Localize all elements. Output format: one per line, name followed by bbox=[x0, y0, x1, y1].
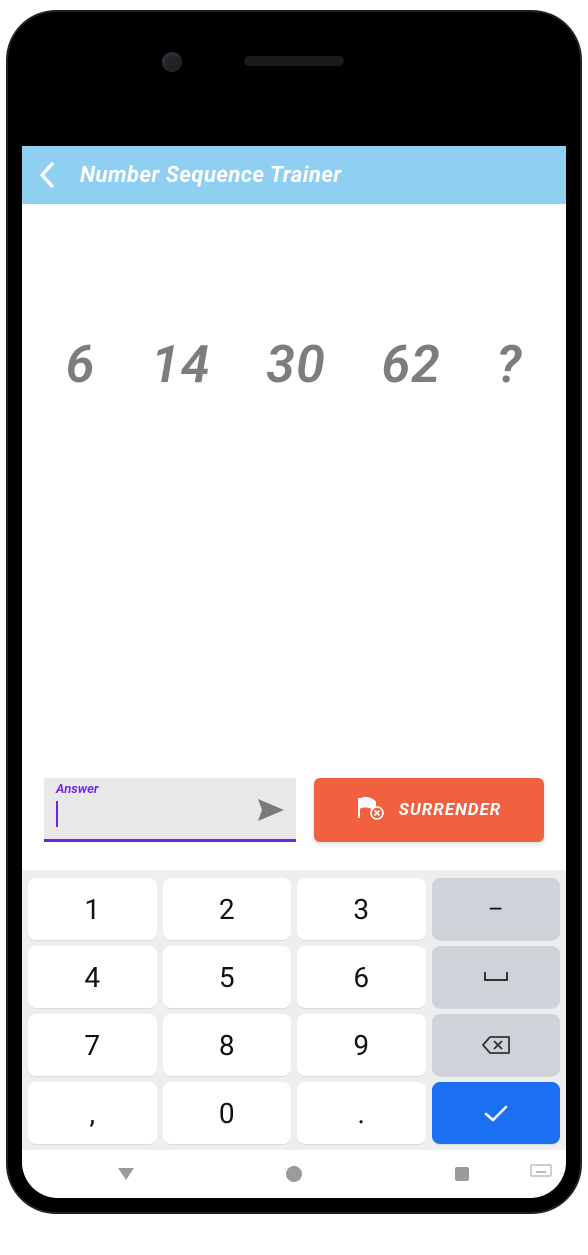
keyboard-toggle-icon[interactable] bbox=[530, 1164, 552, 1184]
backspace-icon bbox=[481, 1035, 511, 1055]
app-header: Number Sequence Trainer bbox=[22, 146, 566, 204]
back-icon[interactable] bbox=[38, 161, 56, 189]
phone-frame: Number Sequence Trainer 6 14 30 62 ? Ans… bbox=[8, 12, 580, 1212]
key-space[interactable] bbox=[432, 946, 561, 1008]
key-5[interactable]: 5 bbox=[163, 946, 292, 1008]
number-sequence: 6 14 30 62 ? bbox=[66, 334, 523, 395]
key-4[interactable]: 4 bbox=[28, 946, 157, 1008]
question-area: 6 14 30 62 ? bbox=[22, 204, 566, 778]
page-title: Number Sequence Trainer bbox=[80, 163, 342, 188]
key-7[interactable]: 7 bbox=[28, 1014, 157, 1076]
status-bar-area bbox=[22, 26, 566, 146]
speaker-grille bbox=[244, 56, 344, 66]
key-dot[interactable]: . bbox=[297, 1082, 426, 1144]
key-9[interactable]: 9 bbox=[297, 1014, 426, 1076]
key-comma[interactable]: , bbox=[28, 1082, 157, 1144]
nav-home[interactable] bbox=[264, 1165, 324, 1183]
text-cursor bbox=[56, 801, 58, 827]
check-icon bbox=[483, 1103, 509, 1123]
nav-recent[interactable] bbox=[432, 1165, 492, 1183]
phone-screen: Number Sequence Trainer 6 14 30 62 ? Ans… bbox=[22, 26, 566, 1198]
key-backspace[interactable] bbox=[432, 1014, 561, 1076]
app-content: Number Sequence Trainer 6 14 30 62 ? Ans… bbox=[22, 146, 566, 1198]
surrender-label: SURRENDER bbox=[399, 800, 502, 820]
space-icon bbox=[483, 970, 509, 984]
key-2[interactable]: 2 bbox=[163, 878, 292, 940]
key-0[interactable]: 0 bbox=[163, 1082, 292, 1144]
answer-input[interactable]: Answer bbox=[44, 778, 296, 842]
key-1[interactable]: 1 bbox=[28, 878, 157, 940]
key-6[interactable]: 6 bbox=[297, 946, 426, 1008]
answer-label: Answer bbox=[56, 782, 98, 797]
key-minus[interactable]: – bbox=[432, 878, 561, 940]
key-8[interactable]: 8 bbox=[163, 1014, 292, 1076]
flag-x-icon bbox=[357, 796, 385, 824]
nav-back[interactable] bbox=[96, 1164, 156, 1184]
key-enter[interactable] bbox=[432, 1082, 561, 1144]
send-icon[interactable] bbox=[256, 797, 286, 823]
surrender-button[interactable]: SURRENDER bbox=[314, 778, 544, 842]
numeric-keyboard: 1 2 3 – 4 5 6 7 8 bbox=[22, 870, 566, 1150]
front-camera bbox=[162, 52, 182, 72]
android-navbar bbox=[22, 1150, 566, 1198]
key-3[interactable]: 3 bbox=[297, 878, 426, 940]
